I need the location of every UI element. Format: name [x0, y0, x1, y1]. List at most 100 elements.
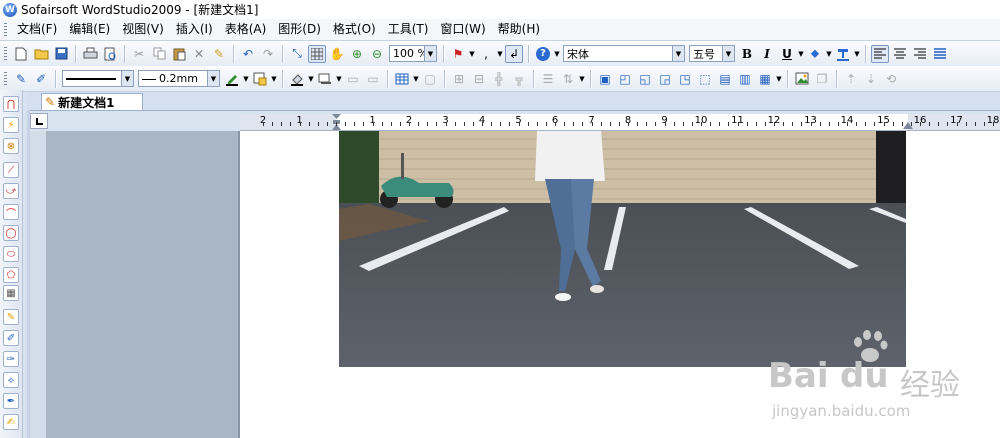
copy-icon[interactable]	[150, 45, 168, 63]
menu-insert[interactable]: 插入(I)	[170, 19, 219, 40]
fill-pattern-icon[interactable]	[251, 70, 269, 88]
chevron-down-icon[interactable]: ▼	[553, 50, 561, 58]
shape-banner-icon[interactable]: ▤	[716, 70, 734, 88]
chevron-down-icon[interactable]: ▼	[825, 50, 833, 58]
highlight-icon[interactable]: ⬥	[806, 45, 824, 63]
menu-format[interactable]: 格式(O)	[327, 19, 382, 40]
chevron-down-icon[interactable]: ▼	[578, 75, 586, 83]
align-left-icon[interactable]	[871, 44, 889, 63]
print-icon[interactable]	[81, 45, 99, 63]
chevron-down-icon[interactable]: ▼	[424, 46, 436, 61]
comma-icon[interactable]: ,	[477, 45, 495, 63]
menu-graphics[interactable]: 图形(D)	[272, 19, 327, 40]
chevron-down-icon[interactable]: ▼	[496, 50, 504, 58]
toolbar-grip[interactable]	[4, 46, 7, 61]
chevron-down-icon[interactable]: ▼	[121, 71, 133, 86]
chevron-down-icon[interactable]: ▼	[207, 71, 219, 86]
paragraph-mark-icon[interactable]: ↲	[505, 44, 523, 63]
menu-window[interactable]: 窗口(W)	[434, 19, 491, 40]
menu-help[interactable]: 帮助(H)	[492, 19, 546, 40]
font-color-icon[interactable]	[834, 45, 852, 63]
chevron-down-icon[interactable]: ▼	[307, 75, 315, 83]
justify-icon[interactable]	[931, 45, 949, 63]
brush-tool-icon[interactable]: ✐	[3, 330, 19, 346]
pen-tool-icon[interactable]: ✎	[3, 309, 19, 325]
cut-icon[interactable]: ✂	[130, 45, 148, 63]
print-preview-icon[interactable]	[101, 45, 119, 63]
shape-note-icon[interactable]: ◱	[636, 70, 654, 88]
font-size-select[interactable]: 五号 ▼	[689, 45, 735, 62]
grid-icon[interactable]	[308, 44, 326, 63]
hand-icon[interactable]: ✋	[328, 45, 346, 63]
shape-cloud-icon[interactable]: ◲	[656, 70, 674, 88]
delete-icon[interactable]: ✕	[190, 45, 208, 63]
ellipse-tool-icon[interactable]: ⬭	[3, 246, 19, 262]
magnet-icon[interactable]: ⋂	[3, 96, 19, 112]
menu-tools[interactable]: 工具(T)	[382, 19, 435, 40]
line-tool-icon[interactable]: ⟋	[3, 162, 19, 178]
format-painter-icon[interactable]: ✎	[210, 45, 228, 63]
save-icon[interactable]	[52, 45, 70, 63]
menubar-grip[interactable]	[4, 22, 7, 37]
chevron-down-icon[interactable]: ▼	[775, 75, 783, 83]
shape-flag-icon[interactable]: ◳	[676, 70, 694, 88]
tab-stop-selector[interactable]	[30, 113, 48, 129]
tab-document-1[interactable]: ✎ 新建文档1	[41, 93, 143, 110]
polygon-tool-icon[interactable]: ⬠	[3, 267, 19, 283]
line-style-select[interactable]: ▼	[62, 70, 134, 87]
shape-callout-icon[interactable]: ◰	[616, 70, 634, 88]
table-props-icon[interactable]: ☰	[539, 70, 557, 88]
shape-rect-icon[interactable]: ▣	[596, 70, 614, 88]
arc-tool-icon[interactable]: ⌒	[3, 204, 19, 220]
undo-icon[interactable]: ↶	[239, 45, 257, 63]
chevron-down-icon[interactable]: ▼	[797, 50, 805, 58]
fill-tool-icon[interactable]: ⟡	[3, 372, 19, 388]
table-frame-icon[interactable]: ▢	[421, 70, 439, 88]
horizontal-ruler[interactable]: 2 1 1 2 3 4 5 6 7 8 9 10 11 12 13 14 15 16 17 18	[240, 114, 1000, 131]
clear-icon[interactable]: ⊗	[3, 138, 19, 154]
pen-color-icon[interactable]	[223, 70, 241, 88]
shape-more-icon[interactable]: ▦	[756, 70, 774, 88]
chevron-down-icon[interactable]: ▼	[468, 50, 476, 58]
text-tool-icon[interactable]: ✍	[3, 414, 19, 430]
italic-button[interactable]: I	[758, 45, 776, 63]
insert-row-icon[interactable]: ⊞	[450, 70, 468, 88]
split-cell-icon[interactable]: ╬	[490, 70, 508, 88]
paste-icon[interactable]	[170, 45, 188, 63]
merge-cell-icon[interactable]: ╦	[510, 70, 528, 88]
frame2-icon[interactable]: ▭	[364, 70, 382, 88]
insert-col-icon[interactable]: ⊟	[470, 70, 488, 88]
menu-view[interactable]: 视图(V)	[116, 19, 170, 40]
new-document-icon[interactable]	[12, 45, 30, 63]
sort-icon[interactable]: ⇅	[559, 70, 577, 88]
shadow-icon[interactable]	[316, 70, 334, 88]
shape-arrow-icon[interactable]: ⬚	[696, 70, 714, 88]
underline-button[interactable]: U	[778, 45, 796, 63]
font-name-select[interactable]: 宋体 ▼	[563, 45, 685, 62]
chevron-down-icon[interactable]: ▼	[242, 75, 250, 83]
menu-table[interactable]: 表格(A)	[219, 19, 273, 40]
edit-object-icon[interactable]: ✐	[32, 70, 50, 88]
line-width-select[interactable]: 0.2mm ▼	[138, 70, 220, 87]
rotate-icon[interactable]: ⟲	[882, 70, 900, 88]
chevron-down-icon[interactable]: ▼	[412, 75, 420, 83]
chevron-down-icon[interactable]: ▼	[722, 46, 734, 61]
align-center-icon[interactable]	[891, 45, 909, 63]
edit-frame-icon[interactable]: ✎	[12, 70, 30, 88]
insert-symbol-icon[interactable]: ⚑	[449, 45, 467, 63]
eraser-tool-icon[interactable]: ✒	[3, 393, 19, 409]
circle-tool-icon[interactable]: ◯	[3, 225, 19, 241]
help-icon[interactable]: ?	[534, 45, 552, 63]
bold-button[interactable]: B	[738, 45, 756, 63]
menu-edit[interactable]: 编辑(E)	[63, 19, 116, 40]
zoom-out-icon[interactable]: ⊖	[368, 45, 386, 63]
align-right-icon[interactable]	[911, 45, 929, 63]
picture-icon[interactable]	[793, 70, 811, 88]
redo-icon[interactable]: ↷	[259, 45, 277, 63]
toolbar-grip[interactable]	[4, 71, 7, 86]
frame-icon[interactable]: ▭	[344, 70, 362, 88]
grid-tool-icon[interactable]: ▦	[3, 285, 19, 301]
shape-star-icon[interactable]: ▥	[736, 70, 754, 88]
zoom-in-icon[interactable]: ⊕	[348, 45, 366, 63]
send-back-icon[interactable]: ⇣	[862, 70, 880, 88]
